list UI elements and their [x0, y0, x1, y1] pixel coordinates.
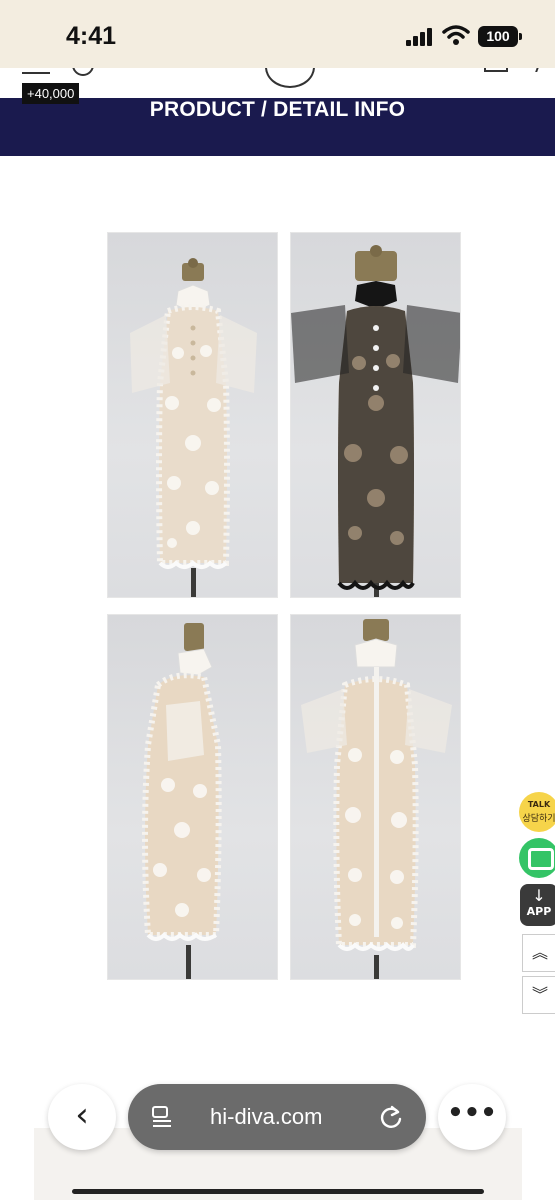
- status-bar: 4:41 100: [0, 0, 555, 68]
- app-label: APP: [526, 905, 552, 918]
- app-download-button[interactable]: ↓ APP: [520, 884, 555, 926]
- site-header: [0, 68, 555, 98]
- scroll-top-button[interactable]: ︽: [522, 934, 555, 972]
- photo-white-side[interactable]: [107, 614, 278, 980]
- search-icon[interactable]: [72, 68, 94, 76]
- header-more-icon[interactable]: [529, 68, 541, 72]
- cellular-signal-icon: [406, 28, 432, 46]
- kakao-talk-consult-button[interactable]: TALK 상담하기: [519, 792, 555, 832]
- page-title: PRODUCT / DETAIL INFO: [149, 98, 406, 121]
- status-time: 4:41: [66, 22, 117, 50]
- page-menu-icon[interactable]: [150, 1105, 174, 1129]
- photo-white-back[interactable]: [290, 614, 461, 980]
- reload-icon[interactable]: [378, 1104, 404, 1130]
- download-arrow-icon: ↓: [532, 886, 546, 905]
- menu-icon[interactable]: [22, 68, 50, 74]
- cart-icon[interactable]: [484, 68, 508, 72]
- scroll-bottom-button[interactable]: ︾: [522, 976, 555, 1014]
- consult-label: 상담하기: [522, 814, 555, 824]
- site-logo[interactable]: [265, 68, 315, 88]
- photo-black-front[interactable]: [290, 232, 461, 598]
- talk-label: TALK: [527, 800, 551, 809]
- dress-white-side-image: [142, 623, 222, 979]
- photo-white-front[interactable]: [107, 232, 278, 598]
- wifi-icon: [442, 25, 470, 45]
- url-text: hi-diva.com: [210, 1104, 323, 1129]
- price-badge: +40,000: [22, 83, 80, 104]
- home-indicator: [72, 1189, 484, 1194]
- dress-white-back-image: [301, 619, 452, 979]
- screen: 4:41 100 +40,000 PRODUCT / DETAIL INFO T…: [0, 0, 555, 1200]
- browser-more-button[interactable]: •••: [438, 1084, 506, 1150]
- address-bar[interactable]: hi-diva.com: [128, 1084, 426, 1150]
- browser-back-button[interactable]: ‹: [48, 1084, 116, 1150]
- chat-button[interactable]: [519, 838, 555, 878]
- battery-indicator: 100: [478, 26, 522, 47]
- dress-black-front-image: [291, 245, 460, 597]
- detail-info-banner: PRODUCT / DETAIL INFO: [0, 98, 555, 156]
- dress-white-front-image: [130, 258, 257, 597]
